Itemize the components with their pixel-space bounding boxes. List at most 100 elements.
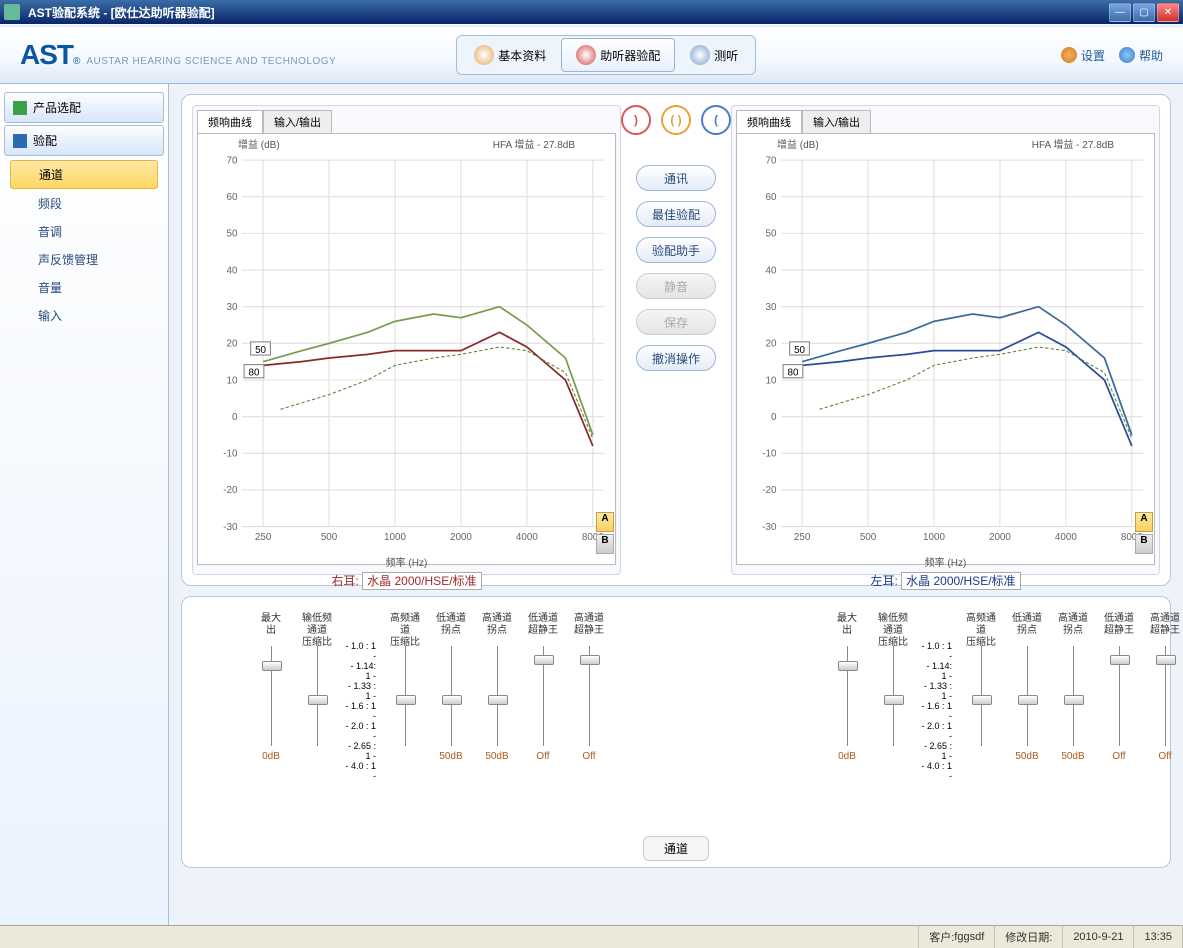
close-button[interactable]: ✕: [1157, 3, 1179, 22]
action-button-1[interactable]: 最佳验配: [636, 201, 716, 227]
svg-text:-10: -10: [762, 449, 777, 460]
gear-icon: [1061, 47, 1077, 63]
slider-thumb[interactable]: [580, 655, 600, 665]
sidebar-item-2[interactable]: 音调: [10, 218, 158, 245]
svg-text:50: 50: [227, 229, 238, 240]
svg-text:-30: -30: [223, 522, 238, 533]
slider-thumb[interactable]: [308, 695, 328, 705]
chart-plot-left: -30-20-100102030405060702505001000200040…: [737, 151, 1154, 551]
memory-a-button[interactable]: A: [596, 512, 614, 532]
right-ear-icon[interactable]: ): [621, 105, 651, 135]
slider-5: 高通道拐点50dB: [478, 613, 516, 765]
action-button-0[interactable]: 通讯: [636, 165, 716, 191]
slider-thumb[interactable]: [1110, 655, 1130, 665]
left-ear-icon[interactable]: (: [701, 105, 731, 135]
slider-track[interactable]: [497, 646, 498, 746]
svg-text:4000: 4000: [516, 532, 538, 543]
action-button-2[interactable]: 验配助手: [636, 237, 716, 263]
svg-text:250: 250: [794, 532, 811, 543]
action-button-3[interactable]: 静音: [636, 273, 716, 299]
slider-track[interactable]: [1027, 646, 1028, 746]
app-header: AST ® AUSTAR HEARING SCIENCE AND TECHNOL…: [0, 27, 1183, 84]
memory-b-button[interactable]: B: [1135, 534, 1153, 554]
slider-track[interactable]: [1165, 646, 1166, 746]
svg-text:30: 30: [766, 302, 777, 313]
slider-0: 最大出0dB: [828, 613, 866, 765]
memory-b-button[interactable]: B: [596, 534, 614, 554]
slider-thumb[interactable]: [442, 695, 462, 705]
statusbar: 客户:fggsdf 修改日期: 2010-9-21 13:35: [0, 925, 1183, 948]
slider-track[interactable]: [271, 646, 272, 746]
slider-7: 高通道超静王Off: [1146, 613, 1183, 765]
slider-thumb[interactable]: [534, 655, 554, 665]
product-icon: [13, 101, 27, 115]
sidebar-cat-fitting[interactable]: 验配: [4, 125, 164, 156]
slider-thumb[interactable]: [262, 661, 282, 671]
hfa-gain-label: HFA 增益 - 27.8dB: [493, 136, 575, 151]
slider-track[interactable]: [981, 646, 982, 746]
main-tab-1[interactable]: 助听器验配: [561, 38, 675, 72]
svg-text:40: 40: [766, 265, 777, 276]
sidebar-item-0[interactable]: 通道: [10, 160, 158, 189]
sidebar-item-1[interactable]: 频段: [10, 190, 158, 217]
slider-track[interactable]: [589, 646, 590, 746]
tab-response-curve[interactable]: 频响曲线: [197, 110, 263, 133]
slider-thumb[interactable]: [1156, 655, 1176, 665]
slider-track[interactable]: [847, 646, 848, 746]
slider-track[interactable]: [317, 646, 318, 746]
sidebar-item-3[interactable]: 声反馈管理: [10, 246, 158, 273]
window-title: AST验配系统 - [欧仕达助听器验配]: [24, 4, 1109, 21]
slider-4: 低通道拐点50dB: [1008, 613, 1046, 765]
memory-a-button[interactable]: A: [1135, 512, 1153, 532]
svg-text:-20: -20: [762, 485, 777, 496]
main-tab-2[interactable]: 测听: [675, 38, 753, 72]
slider-thumb[interactable]: [488, 695, 508, 705]
minimize-button[interactable]: —: [1109, 3, 1131, 22]
slider-thumb[interactable]: [1064, 695, 1084, 705]
slider-thumb[interactable]: [884, 695, 904, 705]
tab-io[interactable]: 输入/输出: [802, 110, 871, 133]
slider-track[interactable]: [1119, 646, 1120, 746]
status-date-value: 2010-9-21: [1063, 926, 1134, 948]
status-time: 13:35: [1134, 926, 1183, 948]
svg-text:10: 10: [227, 375, 238, 386]
maximize-button[interactable]: ▢: [1133, 3, 1155, 22]
slider-3: 高频通道压缩比: [386, 613, 424, 765]
settings-link[interactable]: 设置: [1061, 47, 1105, 64]
svg-text:-30: -30: [762, 522, 777, 533]
slider-track[interactable]: [893, 646, 894, 746]
slider-0: 最大出0dB: [252, 613, 290, 765]
slider-thumb[interactable]: [838, 661, 858, 671]
slider-1: 输低频通道压缩比: [874, 613, 912, 765]
sliders-panel: 最大出0dB输低频通道压缩比- 1.0 : 1 -- 1.14: 1 -- 1.…: [181, 596, 1171, 868]
slider-thumb[interactable]: [1018, 695, 1038, 705]
action-button-4[interactable]: 保存: [636, 309, 716, 335]
slider-track[interactable]: [543, 646, 544, 746]
left-ear-label: 左耳: 水晶 2000/HSE/标准: [732, 569, 1159, 592]
slider-track[interactable]: [1073, 646, 1074, 746]
tab-io[interactable]: 输入/输出: [263, 110, 332, 133]
slider-thumb[interactable]: [396, 695, 416, 705]
svg-text:250: 250: [255, 532, 272, 543]
hfa-gain-label: HFA 增益 - 27.8dB: [1032, 136, 1114, 151]
tab-response-curve[interactable]: 频响曲线: [736, 110, 802, 133]
both-ears-icon[interactable]: ( ): [661, 105, 691, 135]
slider-5: 高通道拐点50dB: [1054, 613, 1092, 765]
svg-text:30: 30: [227, 302, 238, 313]
slider-track[interactable]: [451, 646, 452, 746]
main-tab-0[interactable]: 基本资料: [459, 38, 561, 72]
svg-text:70: 70: [227, 155, 238, 166]
fitting-panel: ) ( ) ( 频响曲线 输入/输出 增益 (dB) HFA 增益 - 27.8…: [181, 94, 1171, 586]
svg-text:70: 70: [766, 155, 777, 166]
sidebar-cat-product[interactable]: 产品选配: [4, 92, 164, 123]
action-button-5[interactable]: 撤消操作: [636, 345, 716, 371]
slider-track[interactable]: [405, 646, 406, 746]
brand-logo: AST ® AUSTAR HEARING SCIENCE AND TECHNOL…: [20, 39, 336, 71]
sidebar-item-5[interactable]: 输入: [10, 302, 158, 329]
help-link[interactable]: 帮助: [1119, 47, 1163, 64]
sidebar-item-4[interactable]: 音量: [10, 274, 158, 301]
slider-6: 低通道超静王Off: [524, 613, 562, 765]
slider-thumb[interactable]: [972, 695, 992, 705]
svg-text:50: 50: [255, 345, 266, 356]
y-axis-title: 增益 (dB): [777, 136, 819, 151]
